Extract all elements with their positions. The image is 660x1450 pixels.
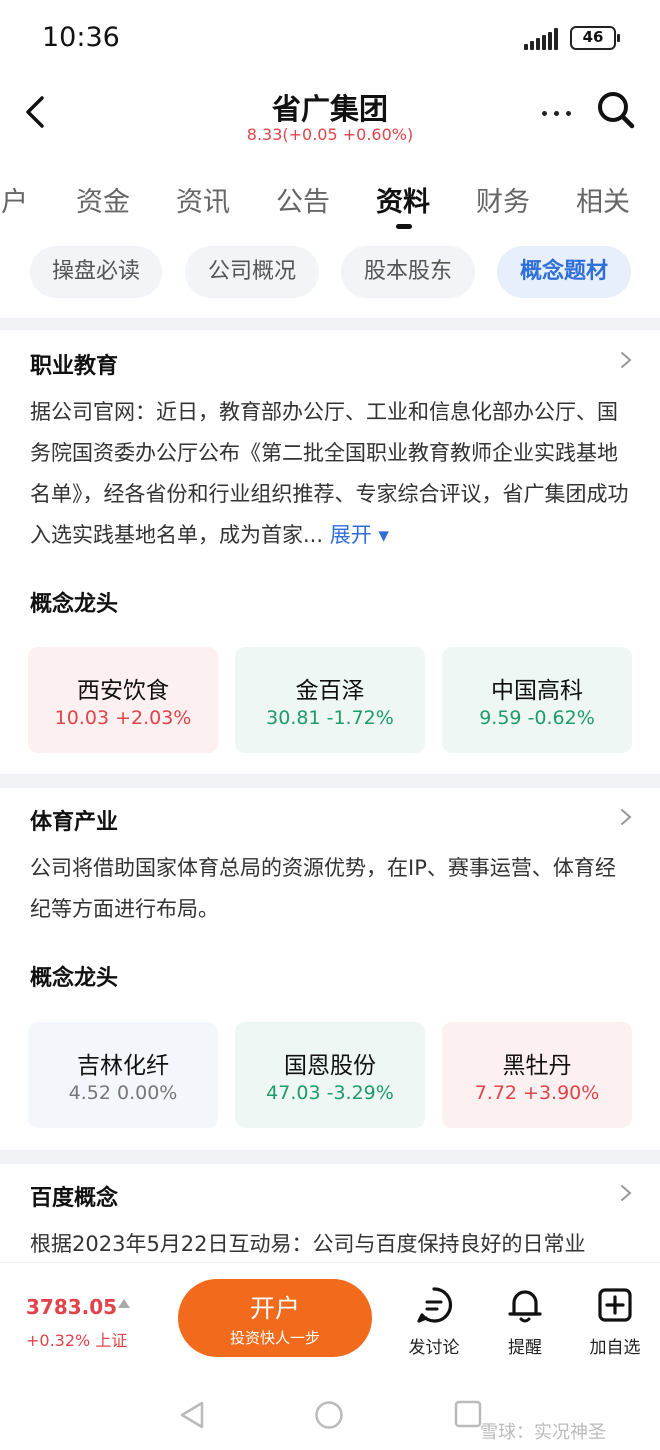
signal-icon	[524, 28, 562, 50]
remind-label: 提醒	[508, 1338, 542, 1358]
divider	[0, 318, 660, 330]
discuss-button[interactable]: 发讨论	[399, 1285, 469, 1358]
add-watchlist-button[interactable]: 加自选	[580, 1285, 650, 1358]
leader-name: 金百泽	[295, 678, 365, 704]
triangle-up-icon	[118, 1299, 130, 1308]
leader-card[interactable]: 吉林化纤 4.52 0.00%	[28, 1022, 218, 1128]
tab-news[interactable]: 资讯	[176, 180, 230, 219]
leaders-title: 概念龙头	[30, 966, 119, 991]
open-account-button[interactable]: 开户 投资快人一步	[178, 1279, 372, 1357]
concept-section-baidu: 百度概念 根据2023年5月22日互动易：公司与百度保持良好的日常业	[0, 1164, 660, 1262]
expand-link[interactable]: 展开 ▾	[330, 523, 389, 547]
leader-quote: 47.03 -3.29%	[266, 1082, 394, 1104]
leader-name: 中国高科	[491, 678, 583, 704]
add-label: 加自选	[589, 1338, 641, 1358]
subtab-bar: 操盘必读 公司概况 股本股东 概念题材	[0, 246, 660, 300]
subtab-concepts[interactable]: 概念题材	[497, 246, 631, 298]
leader-name: 黑牡丹	[502, 1053, 572, 1079]
leader-quote: 4.52 0.00%	[68, 1082, 178, 1104]
leader-card[interactable]: 国恩股份 47.03 -3.29%	[235, 1022, 425, 1128]
discuss-label: 发讨论	[408, 1338, 460, 1358]
section-description: 据公司官网：近日，教育部办公厅、工业和信息化部办公厅、国务院国资委办公厅公布《第…	[30, 392, 634, 556]
remind-button[interactable]: 提醒	[490, 1285, 560, 1358]
bottom-bar: 3783.05 +0.32% 上证 开户 投资快人一步 发讨论 提醒 加自选	[0, 1262, 660, 1374]
leader-quote: 30.81 -1.72%	[266, 707, 394, 729]
leader-card[interactable]: 中国高科 9.59 -0.62%	[442, 647, 632, 753]
more-dots-icon	[542, 111, 547, 116]
chevron-right-icon[interactable]	[618, 807, 634, 827]
section-description: 根据2023年5月22日互动易：公司与百度保持良好的日常业	[30, 1232, 586, 1256]
search-icon	[598, 92, 635, 129]
section-description: 公司将借助国家体育总局的资源优势，在IP、赛事运营、体育经纪等方面进行布局。	[30, 856, 616, 921]
leader-name: 西安饮食	[77, 678, 169, 704]
more-button[interactable]	[540, 98, 574, 128]
leaders-title: 概念龙头	[30, 592, 119, 617]
subtab-trading-guide[interactable]: 操盘必读	[30, 246, 162, 298]
index-value: 3783.05	[26, 1295, 118, 1319]
subtab-company-overview[interactable]: 公司概况	[185, 246, 319, 298]
tab-indicator	[396, 224, 412, 229]
leader-name: 国恩股份	[284, 1053, 376, 1079]
chevron-right-icon[interactable]	[618, 350, 634, 370]
section-title[interactable]: 百度概念	[30, 1180, 118, 1212]
add-square-icon	[598, 1288, 632, 1322]
tab-bar: 客户 资金 资讯 公告 资料 财务 相关	[0, 168, 660, 232]
nav-recents-icon[interactable]	[454, 1400, 482, 1428]
header: 省广集团 8.33(+0.05 +0.60%)	[0, 78, 660, 156]
search-button[interactable]	[596, 90, 636, 130]
tab-funds[interactable]: 资金	[76, 180, 130, 219]
tab-related[interactable]: 相关	[576, 180, 630, 219]
leader-name: 吉林化纤	[77, 1053, 169, 1079]
watermark: 雪球：实况神圣	[480, 1422, 606, 1443]
system-nav-bar: 雪球：实况神圣	[0, 1374, 660, 1450]
leader-card[interactable]: 西安饮食 10.03 +2.03%	[28, 647, 218, 753]
leader-quote: 7.72 +3.90%	[474, 1082, 600, 1104]
tab-customer[interactable]: 客户	[0, 180, 28, 219]
leader-quote: 9.59 -0.62%	[479, 707, 595, 729]
concept-section-vocational-education: 职业教育 据公司官网：近日，教育部办公厅、工业和信息化部办公厅、国务院国资委办公…	[0, 330, 660, 774]
subtab-shareholders[interactable]: 股本股东	[341, 246, 475, 298]
chevron-right-icon[interactable]	[618, 1183, 634, 1203]
bell-icon	[508, 1290, 542, 1323]
tab-profile[interactable]: 资料	[376, 180, 430, 219]
nav-back-icon[interactable]	[178, 1400, 206, 1430]
tab-financials[interactable]: 财务	[476, 180, 530, 219]
divider	[0, 774, 660, 788]
divider	[0, 1150, 660, 1164]
index-change: +0.32% 上证	[26, 1331, 128, 1350]
chat-icon	[417, 1287, 453, 1323]
leader-quote: 10.03 +2.03%	[54, 707, 192, 729]
battery-icon: 46	[570, 26, 620, 50]
open-account-sublabel: 投资快人一步	[229, 1329, 320, 1347]
concept-section-sports-industry: 体育产业 公司将借助国家体育总局的资源优势，在IP、赛事运营、体育经纪等方面进行…	[0, 788, 660, 1150]
leader-card[interactable]: 黑牡丹 7.72 +3.90%	[442, 1022, 632, 1128]
section-title[interactable]: 体育产业	[30, 804, 118, 836]
status-time: 10:36	[42, 22, 120, 53]
open-account-label: 开户	[249, 1294, 300, 1323]
status-bar: 10:36 46	[0, 0, 660, 78]
section-title[interactable]: 职业教育	[30, 348, 118, 380]
leader-card[interactable]: 金百泽 30.81 -1.72%	[235, 647, 425, 753]
nav-home-icon[interactable]	[314, 1400, 344, 1430]
tab-announcements[interactable]: 公告	[276, 180, 330, 219]
